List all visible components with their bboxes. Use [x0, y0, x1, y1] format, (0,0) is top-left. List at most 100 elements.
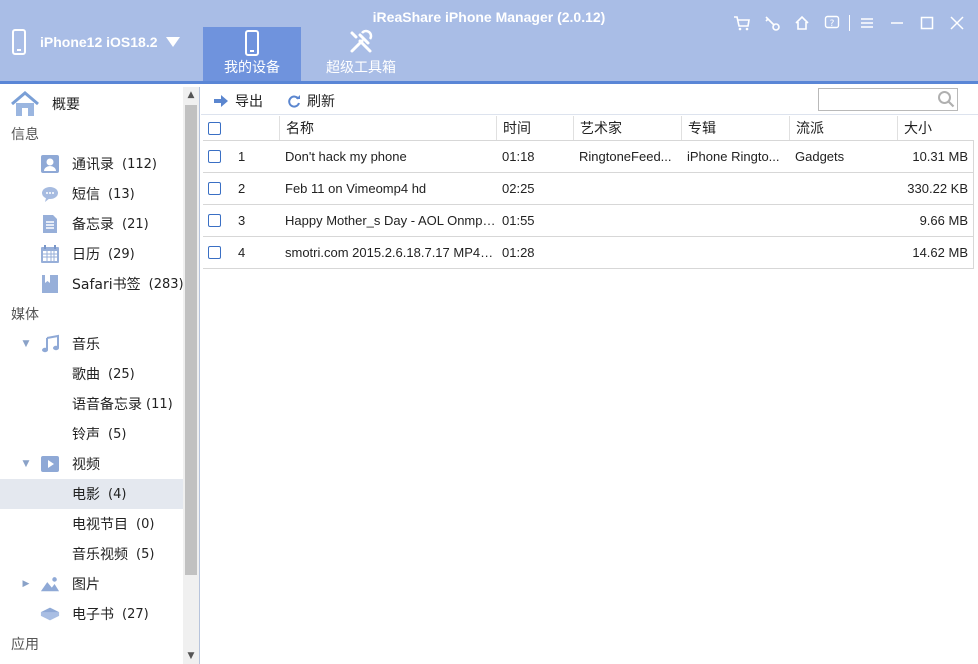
sidebar-item-photos[interactable]: ▶ 图片 — [0, 569, 184, 599]
collapse-arrow-icon[interactable]: ▼ — [20, 339, 32, 349]
sidebar-item-music-videos[interactable]: 音乐视频 (5) — [0, 539, 184, 569]
row-number: 1 — [238, 149, 246, 164]
table-row[interactable]: 2 Feb 11 on Vimeomp4 hd 02:25 330.22 KB — [203, 173, 974, 205]
sidebar: 概要 信息 通讯录 (112) 短信 (13) 备忘录 (21) 日历 (29) — [0, 87, 200, 664]
cell-artist: RingtoneFeed... — [579, 149, 672, 164]
sidebar-item-count: (112) — [122, 156, 157, 172]
expand-arrow-icon[interactable]: ▶ — [20, 579, 32, 589]
sidebar-item-music[interactable]: ▼ 音乐 — [0, 329, 184, 359]
tab-label: 超级工具箱 — [326, 60, 396, 76]
sidebar-item-ebooks[interactable]: 电子书 (27) — [0, 599, 184, 629]
sidebar-item-label: 电影 — [72, 487, 100, 503]
cell-name: Feb 11 on Vimeomp4 hd — [285, 181, 427, 196]
column-header-name[interactable]: 名称 — [279, 116, 496, 140]
scroll-down-icon[interactable]: ▼ — [183, 648, 199, 664]
sidebar-item-count: (25) — [108, 366, 135, 382]
select-all-checkbox[interactable] — [208, 121, 221, 135]
column-header-size[interactable]: 大小 — [897, 116, 974, 140]
sidebar-item-count: (27) — [122, 606, 149, 622]
sidebar-item-contacts[interactable]: 通讯录 (112) — [0, 149, 184, 179]
sidebar-item-label: 音乐视频 — [72, 547, 128, 563]
sidebar-item-safari-bookmarks[interactable]: Safari书签 (283) — [0, 269, 184, 299]
section-info: 信息 — [11, 127, 39, 143]
device-name: iPhone12 iOS18.2 — [40, 34, 158, 50]
key-icon[interactable] — [757, 12, 787, 34]
sidebar-item-tv-shows[interactable]: 电视节目 (0) — [0, 509, 184, 539]
cell-size: 9.66 MB — [919, 213, 968, 228]
scrollbar-thumb[interactable] — [185, 105, 197, 575]
sidebar-item-label: 电视节目 — [72, 517, 128, 533]
sidebar-item-movies[interactable]: 电影 (4) — [0, 479, 184, 509]
sidebar-item-songs[interactable]: 歌曲 (25) — [0, 359, 184, 389]
column-header-genre[interactable]: 流派 — [789, 116, 897, 140]
sidebar-item-notes[interactable]: 备忘录 (21) — [0, 209, 184, 239]
phone-icon — [12, 29, 26, 55]
collapse-arrow-icon[interactable]: ▼ — [20, 459, 32, 469]
tab-label: 我的设备 — [224, 60, 280, 76]
caret-down-icon[interactable] — [165, 37, 180, 47]
cell-album: iPhone Ringto... — [687, 149, 780, 164]
column-header-album[interactable]: 专辑 — [681, 116, 789, 140]
sidebar-item-label: 音乐 — [72, 337, 100, 353]
home-icon[interactable] — [787, 12, 817, 34]
row-checkbox[interactable] — [208, 246, 221, 259]
cell-genre: Gadgets — [795, 149, 845, 164]
table-row[interactable]: 1 Don't hack my phone 01:18 RingtoneFeed… — [203, 141, 974, 173]
sidebar-scrollbar[interactable]: ▲ ▼ — [183, 87, 199, 664]
music-icon — [40, 334, 60, 354]
sidebar-item-count: (5) — [136, 546, 155, 562]
help-icon[interactable]: ? — [817, 12, 847, 34]
home-icon — [10, 91, 40, 117]
contacts-icon — [40, 154, 60, 174]
refresh-button[interactable]: 刷新 — [287, 91, 335, 111]
sidebar-item-label: 电子书 — [72, 607, 114, 623]
close-icon[interactable] — [942, 12, 972, 34]
table-row[interactable]: 3 Happy Mother_s Day - AOL Onmp4... 01:5… — [203, 205, 974, 237]
sidebar-item-label: 铃声 — [72, 427, 100, 443]
table-row[interactable]: 4 smotri.com 2015.2.6.18.7.17 MP4 f... 0… — [203, 237, 974, 269]
tab-super-toolbox[interactable]: 超级工具箱 — [313, 27, 409, 81]
row-checkbox[interactable] — [208, 150, 221, 163]
minimize-icon[interactable] — [882, 12, 912, 34]
cell-name: Happy Mother_s Day - AOL Onmp4... — [285, 213, 496, 228]
export-button[interactable]: 导出 — [213, 91, 263, 111]
menu-icon[interactable] — [852, 12, 882, 34]
cart-icon[interactable] — [727, 12, 757, 34]
device-selector[interactable]: iPhone12 iOS18.2 — [12, 26, 180, 58]
row-checkbox[interactable] — [208, 182, 221, 195]
phone-icon — [245, 30, 259, 56]
sidebar-item-messages[interactable]: 短信 (13) — [0, 179, 184, 209]
sidebar-item-count: (11) — [146, 396, 173, 412]
tools-icon — [350, 29, 373, 53]
row-number: 2 — [238, 181, 246, 196]
sidebar-item-count: (283) — [148, 276, 184, 292]
cell-name: Don't hack my phone — [285, 149, 407, 164]
scroll-up-icon[interactable]: ▲ — [183, 87, 199, 103]
sidebar-item-label: 短信 — [72, 187, 100, 203]
column-header-artist[interactable]: 艺术家 — [573, 116, 681, 140]
refresh-label: 刷新 — [307, 93, 335, 110]
tab-my-device[interactable]: 我的设备 — [203, 27, 301, 81]
row-number: 4 — [238, 245, 246, 260]
section-apps: 应用 — [11, 637, 39, 653]
sidebar-item-label: 概要 — [52, 97, 80, 113]
search-icon[interactable] — [937, 90, 955, 108]
cell-time: 01:55 — [502, 213, 535, 228]
sidebar-item-voice-memos[interactable]: 语音备忘录 (11) — [0, 389, 184, 419]
sidebar-item-video[interactable]: ▼ 视频 — [0, 449, 184, 479]
column-header-time[interactable]: 时间 — [496, 116, 573, 140]
sidebar-item-label: 备忘录 — [72, 217, 114, 233]
sidebar-item-calendar[interactable]: 日历 (29) — [0, 239, 184, 269]
cell-size: 330.22 KB — [907, 181, 968, 196]
toolbar: 导出 刷新 — [201, 87, 978, 115]
row-checkbox[interactable] — [208, 214, 221, 227]
maximize-icon[interactable] — [912, 12, 942, 34]
cell-time: 01:18 — [502, 149, 535, 164]
search-input[interactable] — [818, 88, 958, 111]
sidebar-item-overview[interactable]: 概要 — [0, 88, 184, 120]
cell-time: 02:25 — [502, 181, 535, 196]
sidebar-item-ringtones[interactable]: 铃声 (5) — [0, 419, 184, 449]
photo-icon — [40, 574, 60, 594]
sidebar-item-count: (13) — [108, 186, 135, 202]
sidebar-item-label: 通讯录 — [72, 157, 114, 173]
